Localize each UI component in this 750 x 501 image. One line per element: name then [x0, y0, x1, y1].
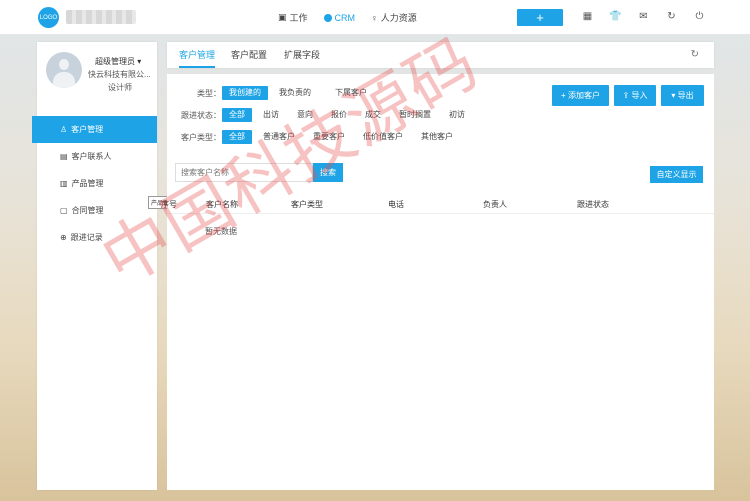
sidebar-item-label: 客户联系人: [71, 152, 112, 161]
col-followup-status[interactable]: 跟进状态: [577, 199, 609, 210]
col-index[interactable]: 序号: [161, 199, 177, 210]
contract-icon: ▢: [60, 206, 68, 215]
refresh-icon[interactable]: ↻: [665, 10, 678, 23]
content-panel: 类型： 我创建的 我负责的 下属客户 跟进状态： 全部 出访 意向 报价 成交 …: [161, 74, 714, 490]
nav-hr[interactable]: ♀ 人力资源: [363, 0, 425, 35]
filter-status-option[interactable]: 意向: [290, 108, 320, 122]
filter-type-option[interactable]: 我负责的: [272, 86, 318, 100]
filter-status-option[interactable]: 初访: [442, 108, 472, 122]
user-name[interactable]: 超级管理员 ▾: [95, 56, 141, 67]
filter-status-option[interactable]: 全部: [222, 108, 252, 122]
add-button[interactable]: +: [517, 9, 563, 26]
top-icons: ▦ 👕 ✉ ↻ ⏻: [581, 10, 706, 23]
filter-status-option[interactable]: 报价: [324, 108, 354, 122]
logo[interactable]: LOGO: [38, 7, 59, 28]
filter-ctype-option[interactable]: 低价值客户: [356, 130, 410, 144]
add-customer-button[interactable]: + 添加客户: [552, 85, 609, 106]
filter-status: 跟进状态： 全部 出访 意向 报价 成交 暂时搁置 初访: [167, 108, 476, 122]
main-content: 客户管理 客户配置 扩展字段 ↻ 类型： 我创建的 我负责的 下属客户 跟进状态…: [161, 42, 714, 490]
people-icon: ♀: [371, 12, 378, 23]
contact-icon: ▤: [60, 152, 68, 161]
nav-crm[interactable]: CRM: [316, 0, 364, 35]
tab-customer-config[interactable]: 客户配置: [231, 42, 267, 68]
filter-type-option[interactable]: 下属客户: [328, 86, 374, 100]
circle-icon: [323, 13, 332, 22]
nav-work[interactable]: ▣ 工作: [270, 0, 316, 35]
filter-ctype-option[interactable]: 重要客户: [306, 130, 352, 144]
sidebar: 超级管理员 ▾ 快云科技有限公... 设计师 ♙ 客户管理 ▤ 客户联系人 ▥ …: [32, 42, 157, 490]
briefcase-icon: ▣: [278, 12, 287, 22]
filter-ctype-option[interactable]: 普通客户: [256, 130, 302, 144]
refresh-icon[interactable]: ↻: [691, 49, 699, 60]
col-phone[interactable]: 电话: [388, 199, 404, 210]
col-customer-name[interactable]: 客户名称: [206, 199, 238, 210]
sidebar-item-contracts[interactable]: ▢ 合同管理: [32, 197, 157, 224]
customer-icon: ♙: [60, 125, 68, 134]
custom-display-button[interactable]: 自定义显示: [650, 166, 703, 183]
filter-ctype-option[interactable]: 其他客户: [414, 130, 460, 144]
tab-customer-management[interactable]: 客户管理: [179, 42, 216, 68]
sidebar-item-label: 产品管理: [71, 179, 104, 188]
col-owner[interactable]: 负责人: [483, 199, 507, 210]
user-role: 设计师: [108, 83, 132, 92]
filter-type-label: 类型：: [197, 88, 221, 98]
user-company: 快云科技有限公...: [88, 70, 151, 79]
shirt-icon[interactable]: 👕: [609, 10, 622, 23]
power-icon[interactable]: ⏻: [693, 10, 706, 23]
product-icon: ▥: [60, 179, 68, 188]
sidebar-item-products[interactable]: ▥ 产品管理: [32, 170, 157, 197]
sidebar-menu: ♙ 客户管理 ▤ 客户联系人 ▥ 产品管理 ▢ 合同管理 ⊕ 跟进记录: [32, 116, 157, 251]
blurred-app-name: [66, 10, 136, 24]
filter-status-option[interactable]: 成交: [358, 108, 388, 122]
nav-work-label: 工作: [289, 13, 308, 23]
filter-ctype-label: 客户类型：: [181, 132, 221, 142]
top-header: LOGO ▣ 工作 CRM ♀ 人力资源 + ▦ 👕 ✉ ↻ ⏻: [0, 0, 750, 35]
followup-icon: ⊕: [60, 233, 67, 242]
empty-message: 暂无数据: [205, 227, 237, 236]
search-button[interactable]: 搜索: [313, 163, 343, 182]
tabs-bar: 客户管理 客户配置 扩展字段 ↻: [167, 42, 714, 68]
nav-crm-label: CRM: [334, 12, 356, 23]
nav-hr-label: 人力资源: [380, 13, 417, 23]
sidebar-item-customers[interactable]: ♙ 客户管理: [32, 116, 157, 143]
avatar[interactable]: [46, 52, 82, 88]
sidebar-item-label: 合同管理: [71, 206, 104, 215]
export-button[interactable]: ▾ 导出: [661, 85, 704, 106]
sidebar-item-label: 客户管理: [71, 125, 104, 134]
table-header: 序号 客户名称 客户类型 电话 负责人 跟进状态: [161, 193, 714, 214]
sidebar-item-label: 跟进记录: [70, 233, 103, 242]
tab-extended-fields[interactable]: 扩展字段: [284, 42, 320, 68]
sidebar-item-contacts[interactable]: ▤ 客户联系人: [32, 143, 157, 170]
filter-status-label: 跟进状态：: [181, 110, 221, 120]
top-nav: ▣ 工作 CRM ♀ 人力资源: [270, 0, 425, 35]
sidebar-item-followups[interactable]: ⊕ 跟进记录: [32, 224, 157, 251]
filter-type-option[interactable]: 我创建的: [222, 86, 268, 100]
search-input[interactable]: [175, 163, 313, 182]
mail-icon[interactable]: ✉: [637, 10, 650, 23]
filter-type: 类型： 我创建的 我负责的 下属客户: [167, 86, 378, 100]
qrcode-icon[interactable]: ▦: [581, 10, 594, 23]
filter-ctype-option[interactable]: 全部: [222, 130, 252, 144]
filter-status-option[interactable]: 暂时搁置: [392, 108, 438, 122]
filter-customer-type: 客户类型： 全部 普通客户 重要客户 低价值客户 其他客户: [167, 130, 464, 144]
import-button[interactable]: ⇪ 导入: [614, 85, 656, 106]
col-customer-type[interactable]: 客户类型: [291, 199, 323, 210]
filter-status-option[interactable]: 出访: [256, 108, 286, 122]
